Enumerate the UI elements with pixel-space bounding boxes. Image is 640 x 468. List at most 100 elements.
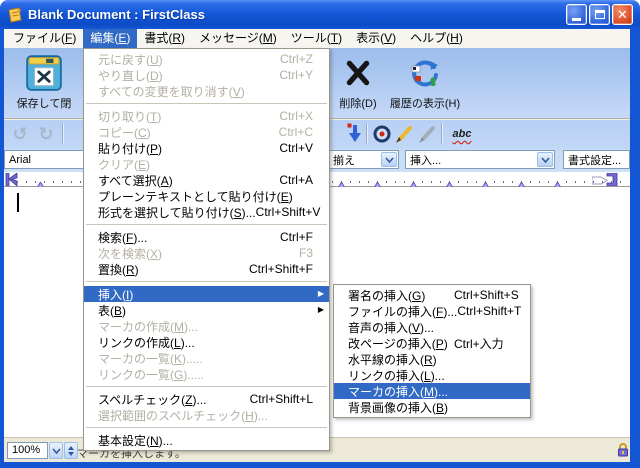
menu-item[interactable]: 水平線の挿入(R) — [334, 351, 530, 367]
spinner-up-icon — [68, 446, 74, 450]
undo-button[interactable]: ↺ — [8, 122, 32, 146]
delete-x-icon — [343, 52, 373, 94]
dropdown-arrow-icon[interactable] — [537, 152, 553, 167]
menu-item[interactable]: マーカの挿入(M)... — [334, 383, 530, 399]
ruler-tick — [548, 181, 549, 183]
pen-button[interactable] — [392, 122, 416, 146]
menu-item[interactable]: すべて選択(A)Ctrl+A — [84, 172, 329, 188]
menu-item[interactable]: ファイルの挿入(F)...Ctrl+Shift+T — [334, 303, 530, 319]
menubar-item-3[interactable]: メッセージ(M) — [192, 29, 284, 48]
menu-item-shortcut: Ctrl+F — [280, 230, 329, 244]
ruler-tick — [494, 181, 495, 183]
menu-item-label: 元に戻す(U) — [98, 51, 163, 68]
pen-yellow-icon — [394, 124, 414, 144]
menu-item-label: すべての変更を取り消す(V) — [98, 83, 245, 100]
close-button[interactable]: ✕ — [612, 4, 633, 25]
ruler-tick — [17, 181, 18, 183]
menu-separator — [86, 427, 327, 428]
ruler-tick — [458, 181, 459, 183]
window-controls: ✕ — [566, 4, 633, 25]
target-button[interactable] — [370, 122, 394, 146]
menubar-item-0[interactable]: ファイル(F) — [6, 29, 83, 48]
menu-item-label: 次を検索(X) — [98, 245, 162, 262]
menu-item[interactable]: 基本設定(N)... — [84, 432, 329, 448]
ruler-tick — [350, 181, 351, 183]
ruler-tick — [620, 181, 621, 183]
menubar-item-6[interactable]: ヘルプ(H) — [403, 29, 470, 48]
menubar-item-5[interactable]: 表示(V) — [349, 29, 403, 48]
menu-item[interactable]: 表(B)▶ — [84, 302, 329, 318]
chevron-down-icon — [52, 448, 61, 454]
menu-item[interactable]: 署名の挿入(G)Ctrl+Shift+S — [334, 287, 530, 303]
spellcheck-button[interactable]: abc — [447, 122, 477, 146]
menu-item: マーカの作成(M)... — [84, 318, 329, 334]
menu-item[interactable]: 音声の挿入(V)... — [334, 319, 530, 335]
delete-button[interactable]: 削除(D) — [332, 52, 384, 114]
menu-item: 選択範囲のスペルチェック(H)... — [84, 407, 329, 423]
menu-separator — [86, 224, 327, 225]
menu-item[interactable]: 貼り付け(P)Ctrl+V — [84, 140, 329, 156]
menu-item[interactable]: リンクの挿入(L)... — [334, 367, 530, 383]
delete-label: 削除(D) — [339, 95, 376, 111]
ruler-tick — [8, 181, 9, 183]
ruler-tick — [422, 181, 423, 183]
maximize-icon — [595, 10, 605, 19]
save-close-button[interactable]: 保存して閉 — [5, 52, 83, 114]
dropdown-arrow-icon[interactable] — [381, 152, 397, 167]
left-margin-marker[interactable] — [5, 173, 19, 186]
maximize-button[interactable] — [589, 4, 610, 25]
menu-item[interactable]: 改ページの挿入(P)Ctrl+入力 — [334, 335, 530, 351]
right-margin-marker[interactable] — [605, 173, 619, 186]
menu-item[interactable]: プレーンテキストとして貼り付け(E) — [84, 188, 329, 204]
menu-item: 元に戻す(U) Ctrl+Z — [84, 51, 329, 67]
menubar-item-4[interactable]: ツール(T) — [284, 29, 349, 48]
menu-item[interactable]: 背景画像の挿入(B) — [334, 399, 530, 415]
zoom-dropdown-button[interactable] — [49, 442, 63, 459]
insert-combo[interactable]: 挿入... — [405, 150, 555, 169]
menu-item[interactable]: 挿入(I)▶ — [84, 286, 329, 302]
ruler-tick — [62, 181, 63, 183]
menu-item[interactable]: 置換(R)Ctrl+Shift+F — [84, 261, 329, 277]
format-combo[interactable]: 書式設定... — [563, 150, 630, 169]
menu-item-shortcut: Ctrl+X — [279, 109, 329, 123]
ruler-tick — [332, 181, 333, 183]
insert-marker-button[interactable] — [343, 122, 367, 146]
save-close-floppy-icon — [25, 52, 63, 94]
menu-separator — [86, 103, 327, 104]
minimize-icon — [572, 18, 581, 21]
minimize-button[interactable] — [566, 4, 587, 25]
menu-item-label: やり直し(D) — [98, 67, 163, 84]
undo-icon: ↺ — [12, 125, 27, 143]
menu-separator — [86, 386, 327, 387]
menu-item-shortcut: F3 — [299, 246, 329, 260]
redo-button[interactable]: ↻ — [34, 122, 58, 146]
ruler-tick — [584, 181, 585, 183]
menu-separator — [86, 281, 327, 282]
menu-item: 次を検索(X) F3 — [84, 245, 329, 261]
menu-item-label: 基本設定(N)... — [98, 432, 173, 449]
menu-item-label: すべて選択(A) — [98, 172, 173, 189]
menubar-item-2[interactable]: 書式(R) — [137, 29, 192, 48]
pen-disabled-button[interactable] — [415, 122, 439, 146]
ruler-tick — [53, 181, 54, 183]
redo-icon: ↻ — [38, 125, 53, 143]
menu-item-shortcut: Ctrl+Z — [280, 52, 329, 66]
ruler-tick — [575, 181, 576, 183]
history-button[interactable]: 履歴の表示(H) — [384, 52, 466, 114]
menu-item[interactable]: スペルチェック(Z)...Ctrl+Shift+L — [84, 391, 329, 407]
menu-item[interactable]: 検索(F)...Ctrl+F — [84, 229, 329, 245]
menu-item[interactable]: リンクの作成(L)... — [84, 334, 329, 350]
menu-item-label: 改ページの挿入(P) — [348, 335, 454, 352]
zoom-level[interactable]: 100% — [7, 442, 48, 459]
menu-item-shortcut: Ctrl+Shift+F — [249, 262, 329, 276]
ruler-tick — [539, 181, 540, 183]
ruler-tick — [566, 181, 567, 183]
menu-item[interactable]: 形式を選択して貼り付け(S)...Ctrl+Shift+V — [84, 204, 329, 220]
menu-item-label: 選択範囲のスペルチェック(H)... — [98, 407, 268, 424]
menu-item-label: 署名の挿入(G) — [348, 287, 454, 304]
insert-submenu: 署名の挿入(G)Ctrl+Shift+Sファイルの挿入(F)...Ctrl+Sh… — [333, 284, 531, 418]
menu-item-shortcut: Ctrl+V — [279, 141, 329, 155]
zoom-spinner[interactable] — [64, 442, 78, 459]
menubar-item-1[interactable]: 編集(E) — [83, 29, 137, 48]
menu-item-label: マーカの作成(M)... — [98, 318, 198, 335]
